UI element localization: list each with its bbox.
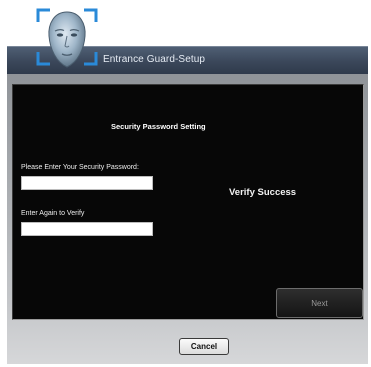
window-title: Entrance Guard-Setup [103,54,206,65]
entrance-guard-setup-window: Entrance Guard-Setup Security Password S… [0,0,371,367]
cancel-button-label: Cancel [190,342,218,351]
password-label: Please Enter Your Security Password: [21,164,139,171]
verify-password-label: Enter Again to Verify [21,210,85,217]
verify-password-input[interactable] [21,222,153,236]
window-frame: Security Password Setting Please Enter Y… [7,74,368,364]
verify-status-text: Verify Success [229,187,297,198]
password-input[interactable] [21,176,153,190]
next-button-label: Next [311,298,328,308]
panel-heading: Security Password Setting [111,122,206,131]
setup-panel: Security Password Setting Please Enter Y… [12,84,364,320]
face-scan-icon [34,4,100,74]
next-button[interactable]: Next [276,288,363,318]
cancel-button[interactable]: Cancel [179,338,229,355]
